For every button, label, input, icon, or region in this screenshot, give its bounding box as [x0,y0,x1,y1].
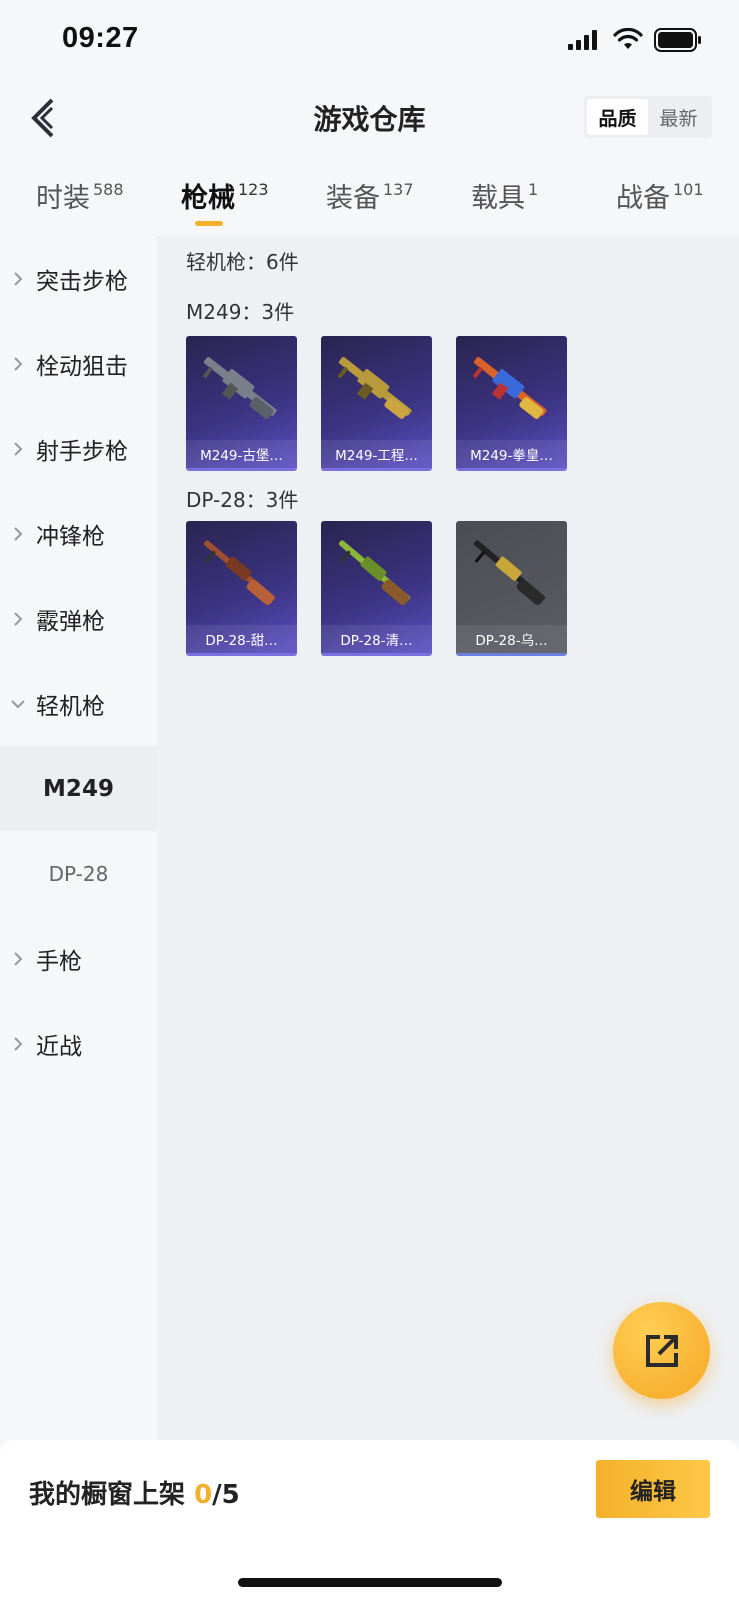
sidebar-item-label: 手枪 [36,948,82,975]
sidebar-subitem-dp28[interactable]: DP-28 [0,831,157,916]
tab-outfits[interactable]: 时装 588 [36,176,124,215]
sidebar-item-label: 射手步枪 [36,438,128,465]
tab-count: 123 [238,180,269,199]
tab-count: 101 [673,180,704,199]
sidebar-item-pistol[interactable]: 手枪 [0,916,157,1001]
item-grid-panel: 轻机枪：6件 M249：3件 M249-古堡… M249-工程… M249-拳皇… [157,236,739,1440]
item-card-caption: DP-28-清… [321,625,432,653]
showcase-current-count: 0 [194,1480,213,1510]
cellular-signal-icon [568,30,597,50]
sidebar-item-label: 霰弹枪 [36,608,105,635]
lmg-skin-icon [202,356,277,419]
sidebar-item-lmg[interactable]: 轻机枪 [0,661,157,746]
share-fab-button[interactable] [613,1302,710,1399]
chevron-right-icon [0,526,36,542]
tab-count: 137 [383,180,414,199]
sidebar-subitem-m249[interactable]: M249 [0,746,157,831]
lmg-skin-icon [472,356,547,419]
showcase-max-count: /5 [212,1480,240,1510]
group-heading-m249: M249：3件 [186,300,295,324]
sidebar-item-label: 轻机枪 [36,693,105,720]
tab-count: 1 [528,180,539,199]
category-heading: 轻机枪：6件 [186,250,299,274]
sort-newest-button[interactable]: 最新 [648,99,709,135]
sidebar-subitem-label: M249 [43,775,114,802]
chevron-right-icon [0,1036,36,1052]
item-card-dp28-3[interactable]: DP-28-乌… [456,521,567,656]
sidebar-item-smg[interactable]: 冲锋枪 [0,491,157,576]
status-time: 09:27 [62,22,139,54]
showcase-label: 我的橱窗上架 [29,1480,186,1510]
tab-label: 时装 [36,183,90,214]
item-card-dp28-2[interactable]: DP-28-清… [321,521,432,656]
sidebar-item-melee[interactable]: 近战 [0,1001,157,1086]
showcase-status: 我的橱窗上架 0/5 [29,1474,240,1511]
tab-equipment[interactable]: 装备 137 [326,176,414,215]
chevron-down-icon [0,699,36,709]
chevron-right-icon [0,441,36,457]
showcase-bar: 我的橱窗上架 0/5 编辑 [0,1440,739,1600]
active-tab-indicator [195,221,223,226]
sidebar-subitem-label: DP-28 [48,861,109,886]
tab-count: 588 [93,180,124,199]
tab-supplies[interactable]: 战备 101 [616,176,704,215]
sidebar-item-assault-rifle[interactable]: 突击步枪 [0,236,157,321]
sort-toggle: 品质 最新 [584,96,712,138]
status-bar: 09:27 [0,0,739,80]
tab-label: 枪械 [181,183,235,214]
item-card-caption: M249-工程… [321,440,432,468]
sidebar-item-label: 冲锋枪 [36,523,105,550]
battery-icon [654,28,701,52]
home-indicator[interactable] [238,1578,502,1587]
sidebar-item-label: 近战 [36,1033,82,1060]
group-heading-dp28: DP-28：3件 [186,488,299,512]
tab-label: 装备 [326,183,380,214]
share-external-icon [645,1334,678,1367]
sort-quality-button[interactable]: 品质 [587,99,648,135]
edit-button[interactable]: 编辑 [596,1460,710,1518]
lmg-skin-icon [338,540,411,605]
item-card-dp28-1[interactable]: DP-28-甜… [186,521,297,656]
item-card-m249-1[interactable]: M249-古堡… [186,336,297,471]
chevron-right-icon [0,951,36,967]
wifi-icon [613,28,643,49]
tab-label: 载具 [471,183,525,214]
category-tabs: 时装 588 枪械 123 装备 137 载具 1 战备 101 [0,170,739,236]
tab-vehicles[interactable]: 载具 1 [471,176,538,215]
nav-header: 游戏仓库 品质 最新 [0,80,739,156]
sidebar-item-bolt-sniper[interactable]: 栓动狙击 [0,321,157,406]
sidebar-item-shotgun[interactable]: 霰弹枪 [0,576,157,661]
sidebar-item-marksman-rifle[interactable]: 射手步枪 [0,406,157,491]
item-card-caption: DP-28-乌… [456,625,567,653]
chevron-right-icon [0,356,36,372]
weapon-category-sidebar: 突击步枪 栓动狙击 射手步枪 冲锋枪 霰弹枪 轻机枪 M249 DP-28 手枪… [0,236,157,1440]
item-card-caption: M249-古堡… [186,440,297,468]
item-card-m249-3[interactable]: M249-拳皇… [456,336,567,471]
lmg-skin-icon [203,540,276,605]
sidebar-item-label: 栓动狙击 [36,353,128,380]
sidebar-item-label: 突击步枪 [36,268,128,295]
lmg-skin-icon [337,356,412,419]
tab-guns[interactable]: 枪械 123 [181,176,269,215]
chevron-right-icon [0,271,36,287]
item-card-caption: DP-28-甜… [186,625,297,653]
item-card-m249-2[interactable]: M249-工程… [321,336,432,471]
lmg-skin-icon [473,540,546,605]
item-card-caption: M249-拳皇… [456,440,567,468]
tab-label: 战备 [616,183,670,214]
chevron-right-icon [0,611,36,627]
